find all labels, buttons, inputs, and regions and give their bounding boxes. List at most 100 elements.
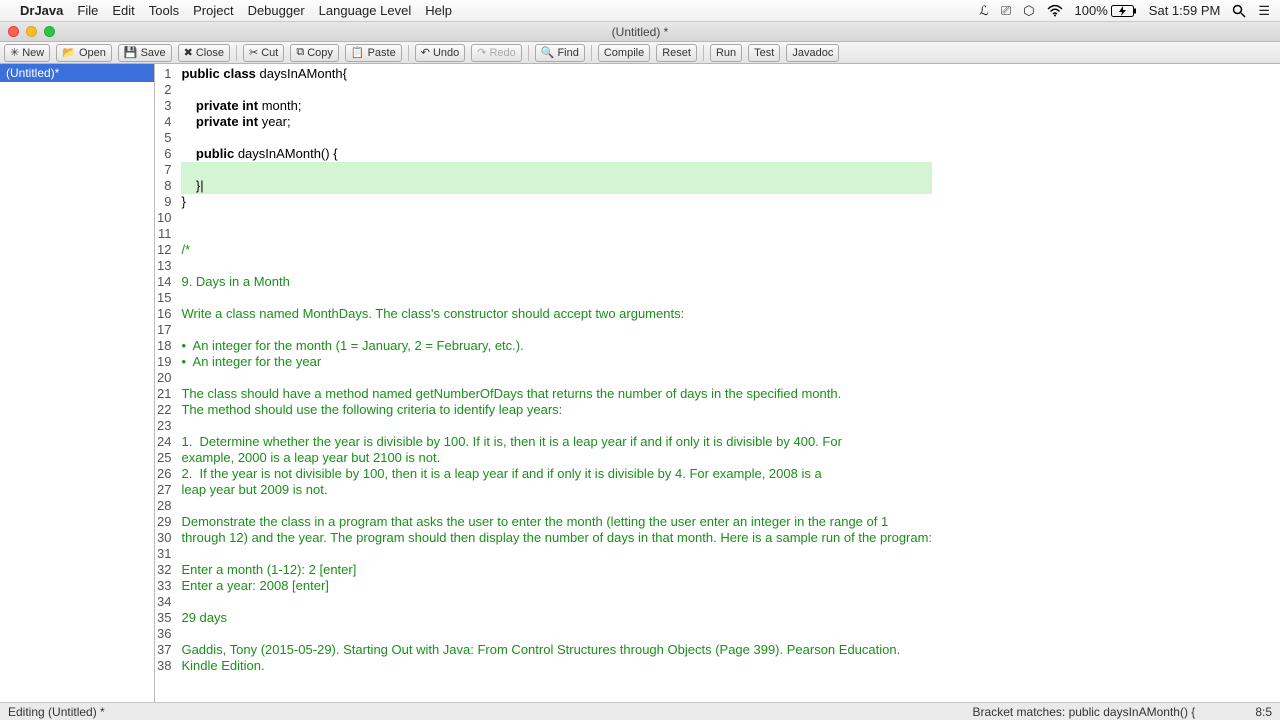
code-line[interactable]: public class daysInAMonth{ <box>181 66 932 82</box>
toolbar-separator <box>703 45 704 61</box>
open-icon: 📂 <box>62 46 76 59</box>
cut-button[interactable]: ✂Cut <box>243 44 284 62</box>
code-line[interactable] <box>181 130 932 146</box>
run-button[interactable]: Run <box>710 44 742 62</box>
toolbar-separator <box>408 45 409 61</box>
code-line[interactable] <box>181 322 932 338</box>
code-line[interactable]: 29 days <box>181 610 932 626</box>
window-title: (Untitled) * <box>0 25 1280 39</box>
code-line[interactable]: • An integer for the month (1 = January,… <box>181 338 932 354</box>
code-line[interactable]: }| <box>181 178 932 194</box>
close-icon: ✖ <box>184 46 193 59</box>
close-button[interactable]: ✖Close <box>178 44 230 62</box>
save-icon: 💾 <box>124 46 138 59</box>
battery-percent: 100% <box>1075 3 1108 18</box>
code-line[interactable] <box>181 370 932 386</box>
compile-button[interactable]: Compile <box>598 44 650 62</box>
undo-button[interactable]: ↶Undo <box>415 44 466 62</box>
code-line[interactable]: public daysInAMonth() { <box>181 146 932 162</box>
app-window: (Untitled) * ✳New 📂Open 💾Save ✖Close ✂Cu… <box>0 22 1280 702</box>
code-line[interactable]: through 12) and the year. The program sh… <box>181 530 932 546</box>
code-line[interactable]: Kindle Edition. <box>181 658 932 674</box>
menu-help[interactable]: Help <box>425 3 452 18</box>
code-line[interactable] <box>181 82 932 98</box>
code-line[interactable]: Demonstrate the class in a program that … <box>181 514 932 530</box>
display-icon[interactable]: ⎚ <box>1001 3 1011 19</box>
code-line[interactable]: The method should use the following crit… <box>181 402 932 418</box>
spotlight-icon[interactable] <box>1232 4 1246 18</box>
code-line[interactable]: Write a class named MonthDays. The class… <box>181 306 932 322</box>
code-line[interactable] <box>181 258 932 274</box>
new-icon: ✳ <box>10 46 19 59</box>
code-line[interactable]: 9. Days in a Month <box>181 274 932 290</box>
mac-menubar: DrJava File Edit Tools Project Debugger … <box>0 0 1280 22</box>
code-line[interactable] <box>181 626 932 642</box>
status-cursor-pos: 8:5 <box>1255 705 1272 719</box>
code-line[interactable]: /* <box>181 242 932 258</box>
code-line[interactable] <box>181 210 932 226</box>
battery-status[interactable]: 100% <box>1075 3 1137 18</box>
window-minimize-button[interactable] <box>26 26 37 37</box>
menu-file[interactable]: File <box>77 3 98 18</box>
open-button[interactable]: 📂Open <box>56 44 112 62</box>
notification-center-icon[interactable]: ☰ <box>1258 3 1270 19</box>
clock[interactable]: Sat 1:59 PM <box>1149 3 1221 18</box>
code-line[interactable] <box>181 162 932 178</box>
code-line[interactable] <box>181 498 932 514</box>
status-left: Editing (Untitled) * <box>8 705 105 719</box>
cut-icon: ✂ <box>249 46 258 59</box>
reset-button[interactable]: Reset <box>656 44 697 62</box>
redo-button[interactable]: ↷Redo <box>471 44 522 62</box>
code-line[interactable]: 1. Determine whether the year is divisib… <box>181 434 932 450</box>
code-line[interactable]: private int year; <box>181 114 932 130</box>
code-line[interactable]: 2. If the year is not divisible by 100, … <box>181 466 932 482</box>
sidebar-file-item[interactable]: (Untitled)* <box>0 64 154 82</box>
window-close-button[interactable] <box>8 26 19 37</box>
code-line[interactable]: } <box>181 194 932 210</box>
find-button[interactable]: 🔍Find <box>535 44 585 62</box>
copy-icon: ⧉ <box>296 46 304 59</box>
paste-icon: 📋 <box>351 46 365 59</box>
code-line[interactable]: Enter a month (1-12): 2 [enter] <box>181 562 932 578</box>
menu-project[interactable]: Project <box>193 3 233 18</box>
code-line[interactable] <box>181 418 932 434</box>
code-line[interactable] <box>181 594 932 610</box>
code-line[interactable]: example, 2000 is a leap year but 2100 is… <box>181 450 932 466</box>
javadoc-button[interactable]: Javadoc <box>786 44 839 62</box>
paste-button[interactable]: 📋Paste <box>345 44 402 62</box>
toolbar-separator <box>528 45 529 61</box>
line-gutter: 1234567891011121314151617181920212223242… <box>155 64 177 702</box>
code-editor[interactable]: 1234567891011121314151617181920212223242… <box>155 64 1280 702</box>
wifi-icon[interactable] <box>1047 5 1063 17</box>
file-sidebar[interactable]: (Untitled)* <box>0 64 155 702</box>
menu-tools[interactable]: Tools <box>149 3 179 18</box>
menu-language-level[interactable]: Language Level <box>319 3 412 18</box>
status-bracket: Bracket matches: public daysInAMonth() { <box>973 705 1196 719</box>
undo-icon: ↶ <box>421 46 430 59</box>
code-line[interactable] <box>181 226 932 242</box>
menu-debugger[interactable]: Debugger <box>248 3 305 18</box>
redo-icon: ↷ <box>477 46 486 59</box>
window-zoom-button[interactable] <box>44 26 55 37</box>
save-button[interactable]: 💾Save <box>118 44 172 62</box>
code-line[interactable] <box>181 290 932 306</box>
find-icon: 🔍 <box>541 46 555 59</box>
script-icon[interactable]: ℒ <box>979 3 988 19</box>
test-button[interactable]: Test <box>748 44 780 62</box>
copy-button[interactable]: ⧉Copy <box>290 44 339 62</box>
titlebar[interactable]: (Untitled) * <box>0 22 1280 42</box>
code-line[interactable]: The class should have a method named get… <box>181 386 932 402</box>
code-line[interactable]: • An integer for the year <box>181 354 932 370</box>
app-name[interactable]: DrJava <box>20 3 63 18</box>
code-line[interactable]: private int month; <box>181 98 932 114</box>
toolbar: ✳New 📂Open 💾Save ✖Close ✂Cut ⧉Copy 📋Past… <box>0 42 1280 64</box>
dropbox-icon[interactable]: ⬡ <box>1023 3 1034 19</box>
code-line[interactable]: Enter a year: 2008 [enter] <box>181 578 932 594</box>
code-area[interactable]: public class daysInAMonth{ private int m… <box>177 64 932 702</box>
status-bar: Editing (Untitled) * Bracket matches: pu… <box>0 702 1280 720</box>
code-line[interactable] <box>181 546 932 562</box>
new-button[interactable]: ✳New <box>4 44 50 62</box>
menu-edit[interactable]: Edit <box>112 3 134 18</box>
code-line[interactable]: leap year but 2009 is not. <box>181 482 932 498</box>
code-line[interactable]: Gaddis, Tony (2015-05-29). Starting Out … <box>181 642 932 658</box>
